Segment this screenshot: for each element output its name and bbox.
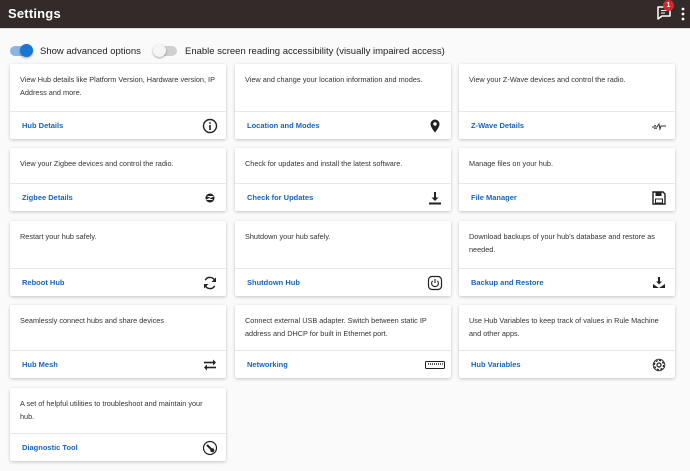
advanced-options-label: Show advanced options [40, 45, 141, 57]
card-description: Connect external USB adapter. Switch bet… [245, 316, 427, 338]
screen-reader-toggle[interactable]: Enable screen reading accessibility (vis… [153, 44, 445, 58]
card-location-modes: View and change your location informatio… [235, 64, 451, 139]
screen-reader-label: Enable screen reading accessibility (vis… [185, 45, 445, 57]
reboot-hub-link[interactable]: Reboot Hub [22, 278, 65, 287]
card-description: Use Hub Variables to keep track of value… [469, 316, 659, 338]
card-networking: Connect external USB adapter. Switch bet… [235, 305, 451, 378]
download-icon [427, 190, 443, 206]
file-manager-link[interactable]: File Manager [471, 193, 517, 202]
zigbee-icon [202, 190, 218, 206]
page-title: Settings [8, 6, 61, 21]
card-diagnostic-tool: A set of helpful utilities to troublesho… [10, 388, 226, 461]
card-description: View and change your location informatio… [245, 75, 423, 84]
shutdown-hub-link[interactable]: Shutdown Hub [247, 278, 300, 287]
card-description: View your Zigbee devices and control the… [20, 159, 174, 168]
card-description: A set of helpful utilities to troublesho… [20, 399, 203, 421]
card-description: Shutdown your hub safely. [245, 232, 331, 241]
refresh-icon [202, 275, 218, 291]
card-description: Manage files on your hub. [469, 159, 553, 168]
location-modes-link[interactable]: Location and Modes [247, 121, 320, 130]
card-description: View your Z-Wave devices and control the… [469, 75, 626, 84]
card-description: Seamlessly connect hubs and share device… [20, 316, 164, 325]
card-description: Download backups of your hub's database … [469, 232, 655, 254]
card-hub-variables: Use Hub Variables to keep track of value… [459, 305, 675, 378]
card-description: View Hub details like Platform Version, … [20, 75, 215, 97]
ethernet-icon [425, 357, 445, 373]
zwave-details-link[interactable]: Z-Wave Details [471, 121, 524, 130]
advanced-options-toggle[interactable]: Show advanced options [10, 44, 141, 58]
zwave-icon [651, 118, 667, 134]
hub-mesh-link[interactable]: Hub Mesh [22, 360, 58, 369]
card-zigbee-details: View your Zigbee devices and control the… [10, 148, 226, 211]
gear-icon [651, 357, 667, 373]
zigbee-details-link[interactable]: Zigbee Details [22, 193, 73, 202]
hub-variables-link[interactable]: Hub Variables [471, 360, 521, 369]
card-description: Check for updates and install the latest… [245, 159, 403, 168]
power-icon [427, 275, 443, 291]
card-hub-mesh: Seamlessly connect hubs and share device… [10, 305, 226, 378]
card-backup-restore: Download backups of your hub's database … [459, 221, 675, 296]
card-check-updates: Check for updates and install the latest… [235, 148, 451, 211]
more-vert-icon[interactable] [680, 6, 686, 22]
save-icon [651, 190, 667, 206]
notification-badge: 1 [663, 0, 674, 11]
toggle-row: Show advanced options Enable screen read… [10, 44, 690, 58]
check-updates-link[interactable]: Check for Updates [247, 193, 313, 202]
card-file-manager: Manage files on your hub. File Manager [459, 148, 675, 211]
info-icon [202, 118, 218, 134]
map-pin-icon [427, 118, 443, 134]
diagnostic-tool-link[interactable]: Diagnostic Tool [22, 443, 78, 452]
card-hub-details: View Hub details like Platform Version, … [10, 64, 226, 139]
card-shutdown-hub: Shutdown your hub safely. Shutdown Hub [235, 221, 451, 296]
screen-reader-switch[interactable] [153, 44, 177, 57]
card-reboot-hub: Restart your hub safely. Reboot Hub [10, 221, 226, 296]
card-description: Restart your hub safely. [20, 232, 97, 241]
networking-link[interactable]: Networking [247, 360, 288, 369]
card-zwave-details: View your Z-Wave devices and control the… [459, 64, 675, 139]
hub-details-link[interactable]: Hub Details [22, 121, 63, 130]
swap-icon [202, 357, 218, 373]
backup-restore-link[interactable]: Backup and Restore [471, 278, 544, 287]
diagnostic-icon [202, 440, 218, 456]
top-bar: Settings 1 [0, 0, 690, 28]
advanced-options-switch[interactable] [10, 44, 33, 57]
backup-icon [651, 275, 667, 291]
